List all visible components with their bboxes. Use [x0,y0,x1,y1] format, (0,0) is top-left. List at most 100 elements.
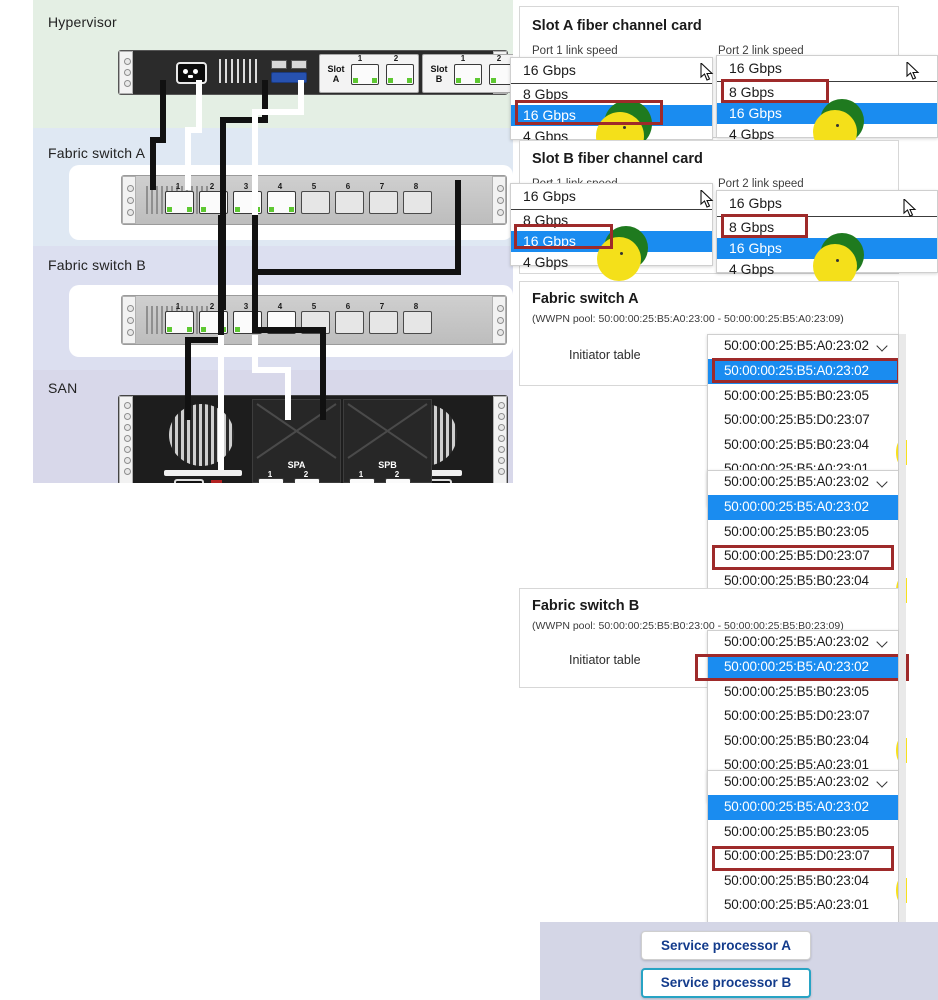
fabric-a-wwpn-pool: (WWPN pool: 50:00:00:25:B5:A0:23:00 - 50… [532,313,844,325]
vent-grille [219,59,257,83]
chevron-down-icon[interactable] [878,341,889,352]
label-fabric-switch-a: Fabric switch A [48,145,146,161]
slot-a-port2-highlight-box [721,79,829,103]
mouse-cursor-icon-3 [700,190,714,208]
slot-b-port2-highlight-box [721,214,808,238]
fan-left-icon [169,404,234,466]
chevron-down-icon-4[interactable] [878,777,889,788]
vga-port-icon [271,72,307,83]
label-fabric-switch-b: Fabric switch B [48,257,146,273]
switch-a-port-6 [335,191,364,214]
fabric-b-initiator-table-label: Initiator table [569,653,641,667]
switch-b-port-4-number: 4 [277,302,283,311]
switch-a-port-3-number: 3 [243,182,249,191]
topology-diagram: Hypervisor Fabric switch A Fabric switch… [33,0,513,483]
switch-a-port-2-number: 2 [209,182,215,191]
slot-b-port1-marker-dot [620,252,623,255]
fabric-b-dd2-head[interactable]: 50:00:00:25:B5:A0:23:02 [708,771,898,795]
slot-a-port1-label: Port 1 link speed [532,45,618,57]
hypervisor-server: Slot A 1 2 Slot B 1 2 [118,50,513,95]
status-bar-left [164,470,242,476]
sp-a-module: SPA 1 2 [252,399,341,483]
sp-a-port-1 [258,478,284,483]
fabric-switch-a-device: 1 2 3 4 5 6 7 8 [121,175,507,225]
fabric-b-dd1-value: 50:00:00:25:B5:A0:23:02 [724,634,869,649]
slot-b-label: Slot B [430,64,448,84]
rack-ear-right [492,296,506,344]
slot-a-title: Slot A fiber channel card [532,18,702,34]
sp-b-port-2 [385,478,411,483]
fabric-b-dd2-scrollbar[interactable] [898,770,906,942]
slot-a-port1-highlight-box [515,100,663,125]
slot-a-card: Slot A 1 2 [319,54,419,93]
slot-b-port1-dropdown-head[interactable]: 16 Gbps [511,184,712,210]
sp-a-label: SPA [287,460,306,470]
fabric-b-dd1-option-3[interactable]: 50:00:00:25:B5:B0:23:04 [708,729,898,754]
fabric-a-dd1-highlight-box [712,358,900,383]
chevron-down-icon-2[interactable] [878,477,889,488]
slot-b-port-2-number: 2 [496,54,502,63]
slot-b-port2-marker-dot [836,259,839,262]
fabric-b-dd2-option-1[interactable]: 50:00:00:25:B5:B0:23:05 [708,820,898,845]
switch-b-port-7 [369,311,398,334]
usb-port-icon [271,60,287,69]
fabric-a-initiator-table-label: Initiator table [569,348,641,362]
fabric-a-dd2-option-0[interactable]: 50:00:00:25:B5:A0:23:02 [708,495,898,520]
slot-a-port-1-number: 1 [357,54,363,63]
fabric-a-dd1-option-3[interactable]: 50:00:00:25:B5:B0:23:04 [708,433,898,458]
fabric-a-dd1-option-2[interactable]: 50:00:00:25:B5:D0:23:07 [708,408,898,433]
fabric-a-dd2-value: 50:00:00:25:B5:A0:23:02 [724,474,869,489]
switch-b-port-5 [301,311,330,334]
fabric-a-dd2-option-1[interactable]: 50:00:00:25:B5:B0:23:05 [708,520,898,545]
fabric-b-dd2-option-0[interactable]: 50:00:00:25:B5:A0:23:02 [708,795,898,820]
switch-a-port-4-number: 4 [277,182,283,191]
slot-a-port1-marker-dot [623,126,626,129]
switch-a-port-1 [165,191,194,214]
sp-b-label: SPB [378,460,397,470]
fabric-a-dd1-value: 50:00:00:25:B5:A0:23:02 [724,338,869,353]
fabric-b-dd2-option-4[interactable]: 50:00:00:25:B5:A0:23:01 [708,893,898,918]
sp-a-port-2 [294,478,320,483]
slot-b-title: Slot B fiber channel card [532,151,703,167]
switch-a-port-8 [403,191,432,214]
service-processor-b-button[interactable]: Service processor B [641,968,811,998]
slot-a-port2-value: 16 Gbps [729,60,782,76]
fabric-a-title: Fabric switch A [532,291,639,307]
power-inlet-left-icon [174,479,204,483]
switch-a-port-7 [369,191,398,214]
switch-b-port-8-number: 8 [413,302,419,311]
fabric-b-dd2-option-3[interactable]: 50:00:00:25:B5:B0:23:04 [708,869,898,894]
slot-b-port-1-number: 1 [460,54,466,63]
fabric-b-dd1-option-1[interactable]: 50:00:00:25:B5:B0:23:05 [708,680,898,705]
slot-b-port-1 [454,64,482,85]
slot-a-port-1 [351,64,379,85]
fabric-b-dd1-head[interactable]: 50:00:00:25:B5:A0:23:02 [708,631,898,655]
rack-ear-left [119,396,133,483]
slot-a-port1-dropdown-head[interactable]: 16 Gbps [511,58,712,84]
fabric-a-dd2-head[interactable]: 50:00:00:25:B5:A0:23:02 [708,471,898,495]
switch-b-port-6 [335,311,364,334]
slot-a-port-2 [386,64,414,85]
switch-b-port-3 [233,311,262,334]
switch-a-port-6-number: 6 [345,182,351,191]
sp-b-port-1 [349,478,375,483]
fabric-a-dd1-option-1[interactable]: 50:00:00:25:B5:B0:23:05 [708,384,898,409]
switch-a-port-4 [267,191,296,214]
rack-ear-right [493,396,507,483]
fabric-b-dd1-highlight-box [695,654,909,681]
power-inlet-icon [176,62,207,84]
chevron-down-icon-3[interactable] [878,637,889,648]
switch-b-port-7-number: 7 [379,302,385,311]
mouse-cursor-icon-4 [903,199,917,217]
fabric-a-dd1-head[interactable]: 50:00:00:25:B5:A0:23:02 [708,335,898,359]
label-san: SAN [48,380,78,396]
fabric-switch-b-device: 1 2 3 4 5 6 7 8 [121,295,507,345]
switch-b-port-1-number: 1 [175,302,181,311]
service-processor-a-button[interactable]: Service processor A [641,931,811,960]
slot-b-port1-value: 16 Gbps [523,188,576,204]
fabric-b-dd1-option-2[interactable]: 50:00:00:25:B5:D0:23:07 [708,704,898,729]
switch-b-port-1 [165,311,194,334]
switch-b-port-2 [199,311,228,334]
switch-b-port-3-number: 3 [243,302,249,311]
fabric-a-dd2-scrollbar[interactable] [898,470,906,642]
